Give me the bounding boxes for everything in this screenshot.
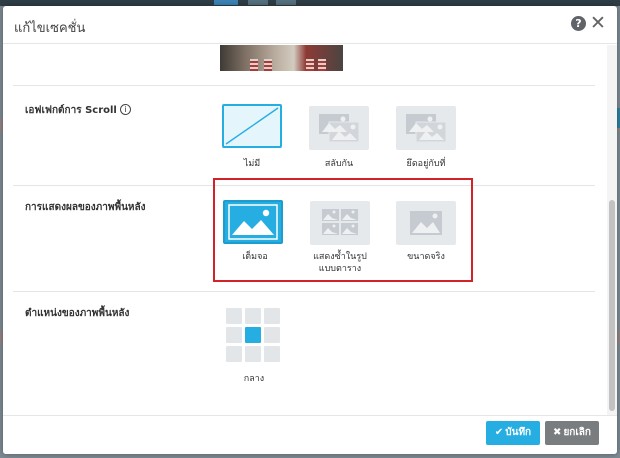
save-button[interactable]: ✔ บันทึก	[486, 421, 540, 445]
scroll-option-none-label: ไม่มี	[243, 159, 261, 169]
scroll-option-fixed[interactable]	[396, 106, 456, 150]
highlight-box	[213, 178, 473, 282]
preview-detail	[306, 59, 314, 71]
scrollbar-thumb[interactable]	[609, 200, 615, 411]
background-position-label: ตำแหน่งของภาพพื้นหลัง	[25, 308, 130, 319]
position-cell-top-center[interactable]	[245, 308, 261, 324]
position-cell-bottom-center[interactable]	[245, 346, 261, 362]
dialog-body: เอฟเฟกต์การ Scroll i ไม่มี สลับกัน ยึดอย…	[3, 45, 607, 415]
preview-detail	[264, 59, 272, 71]
background-tab	[276, 0, 296, 5]
background-position-grid	[226, 308, 282, 364]
x-icon: ✖	[553, 427, 562, 438]
dialog-scrollbar[interactable]	[607, 45, 617, 415]
preview-detail	[250, 59, 258, 71]
position-cell-center[interactable]	[245, 327, 261, 343]
background-position-value: กลาง	[243, 374, 265, 384]
position-cell-top-left[interactable]	[226, 308, 242, 324]
scroll-option-parallax[interactable]	[309, 106, 369, 150]
save-button-label: บันทึก	[505, 427, 532, 438]
position-cell-bottom-right[interactable]	[264, 346, 280, 362]
position-cell-middle-left[interactable]	[226, 327, 242, 343]
preview-detail	[318, 59, 326, 71]
dialog-header: แก้ไขเซคชั่น ? ✕	[3, 6, 617, 44]
help-icon[interactable]: ?	[571, 16, 586, 31]
scroll-option-fixed-label: ยึดอยู่กับที่	[406, 159, 446, 169]
background-image-preview	[220, 45, 343, 71]
background-tab	[248, 0, 268, 5]
background-tab	[214, 0, 238, 5]
cancel-button[interactable]: ✖ ยกเลิก	[545, 421, 599, 445]
info-icon[interactable]: i	[119, 104, 131, 115]
scroll-option-parallax-label: สลับกัน	[324, 159, 354, 169]
no-effect-icon	[225, 107, 279, 145]
close-icon[interactable]: ✕	[590, 12, 606, 34]
position-cell-bottom-left[interactable]	[226, 346, 242, 362]
scroll-effect-label-text: เอฟเฟกต์การ Scroll	[25, 105, 117, 116]
dialog-footer: ✔ บันทึก ✖ ยกเลิก	[3, 415, 617, 454]
section-divider	[13, 291, 595, 292]
position-cell-middle-right[interactable]	[264, 327, 280, 343]
cancel-button-label: ยกเลิก	[563, 427, 591, 438]
section-divider	[13, 85, 595, 86]
position-cell-top-right[interactable]	[264, 308, 280, 324]
fixed-images-icon	[406, 114, 447, 143]
dialog-title: แก้ไขเซคชั่น	[14, 21, 86, 36]
scroll-effect-label: เอฟเฟกต์การ Scroll i	[25, 103, 131, 118]
check-icon: ✔	[494, 427, 504, 438]
parallax-images-icon	[319, 114, 360, 143]
edit-section-dialog: แก้ไขเซคชั่น ? ✕ เอฟเฟกต์การ Scroll i ไม่…	[3, 6, 617, 454]
background-display-label: การแสดงผลของภาพพื้นหลัง	[25, 202, 146, 213]
scroll-option-none[interactable]	[222, 104, 282, 148]
